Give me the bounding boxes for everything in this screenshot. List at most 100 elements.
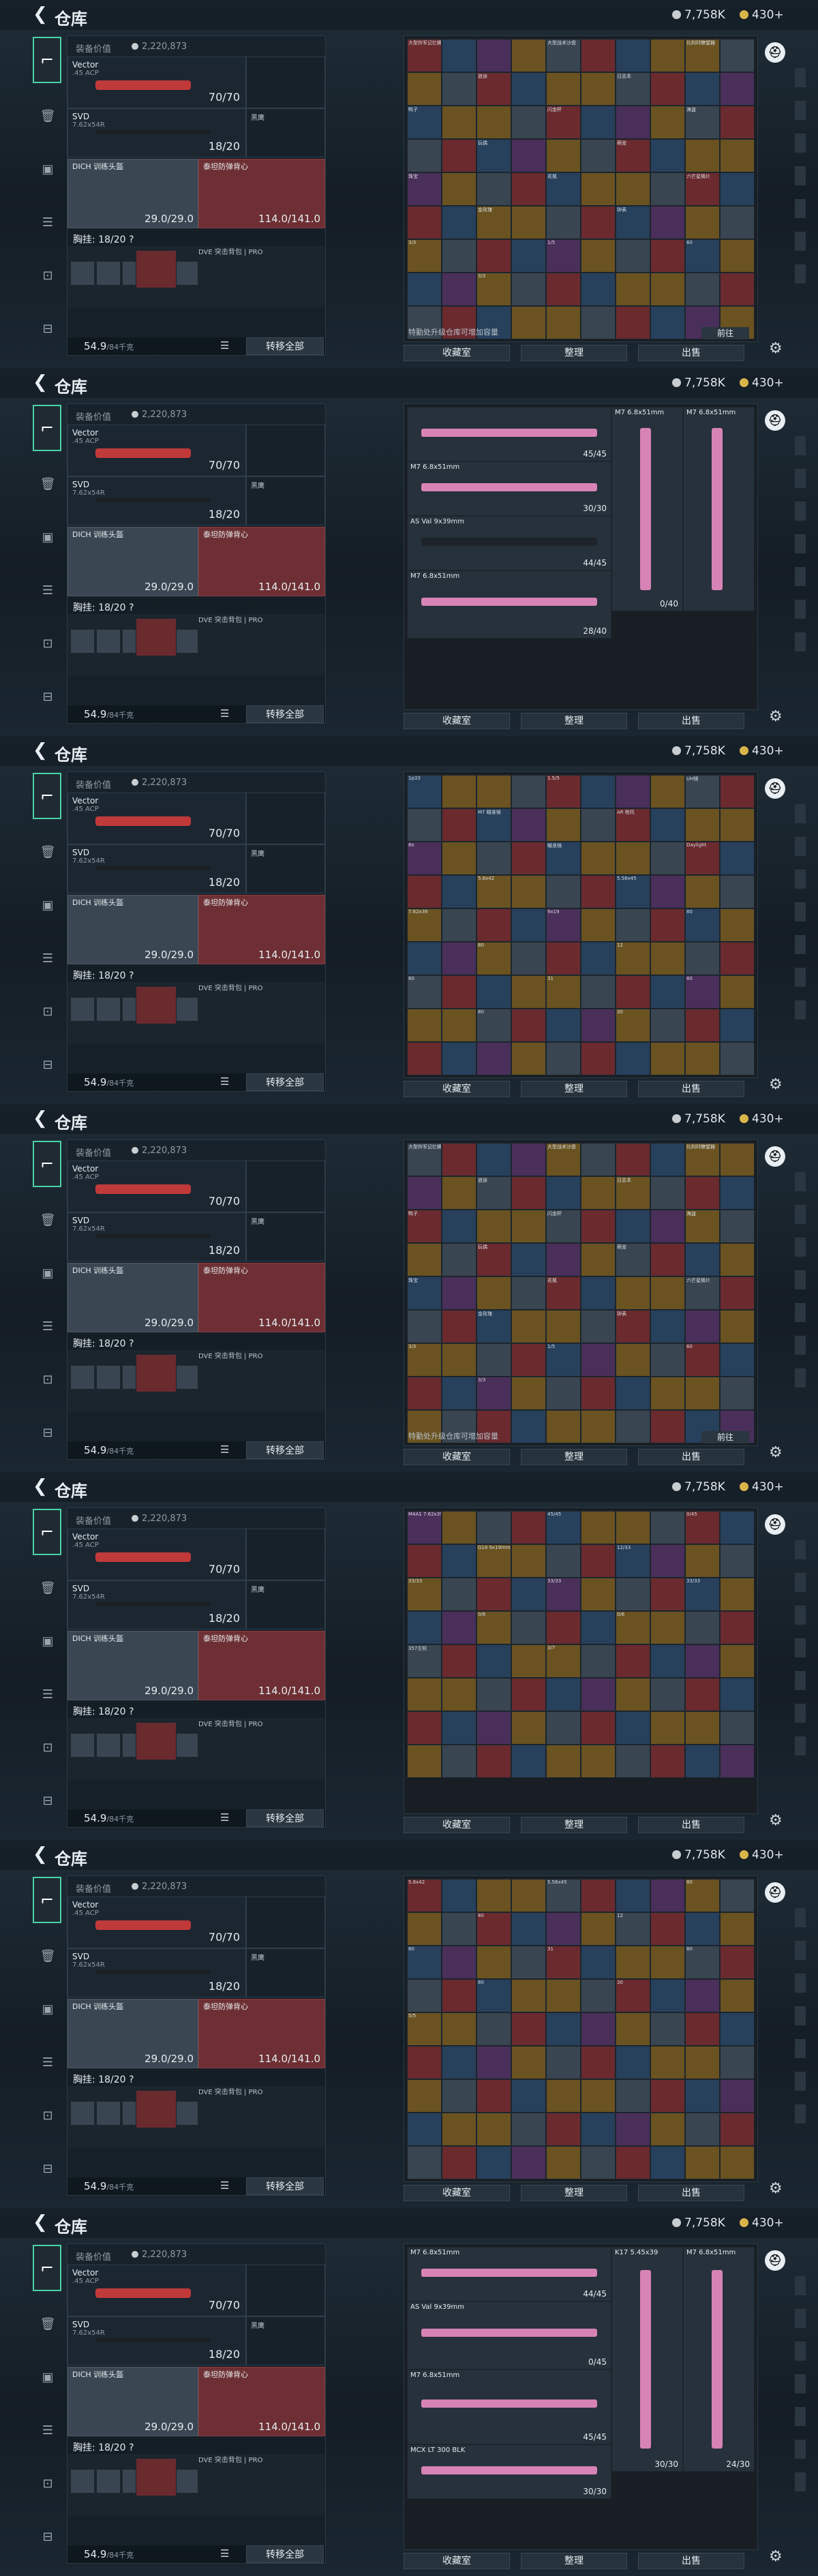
sell-button[interactable]: 出售 bbox=[638, 345, 744, 361]
item-cell[interactable] bbox=[511, 306, 546, 339]
item-cell[interactable] bbox=[442, 1243, 476, 1276]
item-cell[interactable]: 3/3 bbox=[476, 1377, 511, 1410]
item-cell[interactable] bbox=[581, 39, 616, 72]
item-cell[interactable] bbox=[476, 1143, 511, 1176]
chest-rig-header[interactable]: 胸挂: 18/20 ? bbox=[67, 967, 325, 982]
storage-page-tab[interactable] bbox=[795, 632, 806, 651]
item-cell[interactable] bbox=[407, 139, 442, 172]
item-cell[interactable]: 大型战术沙盘 bbox=[546, 39, 581, 72]
secondary-weapon-slot[interactable]: SVD 7.62x54R 18/20 bbox=[67, 476, 246, 525]
item-cell[interactable] bbox=[476, 2012, 511, 2046]
nav-weapon-tab[interactable]: ⌐ bbox=[33, 2245, 61, 2291]
item-cell[interactable]: 31 bbox=[546, 975, 581, 1009]
item-cell[interactable] bbox=[407, 1912, 442, 1946]
item-cell[interactable] bbox=[685, 1644, 720, 1678]
item-cell[interactable] bbox=[442, 2012, 476, 2046]
item-cell[interactable] bbox=[442, 1511, 476, 1544]
secondary-attachment-slot[interactable]: 黑鹰 bbox=[246, 1948, 325, 1997]
storage-icon[interactable]: ⊟ bbox=[40, 1058, 56, 1073]
item-cell[interactable] bbox=[720, 808, 755, 842]
item-cell[interactable] bbox=[511, 875, 546, 908]
item-cell[interactable]: 80 bbox=[407, 1946, 442, 1979]
item-cell[interactable] bbox=[407, 1377, 442, 1410]
item-cell[interactable]: 鸭子 bbox=[407, 106, 442, 139]
chest-cell[interactable] bbox=[70, 261, 95, 286]
helmet-slot[interactable]: DICH 训练头盔 29.0/29.0 bbox=[67, 159, 198, 228]
move-all-button[interactable]: 转移全部 bbox=[246, 1073, 324, 1091]
item-cell[interactable] bbox=[685, 1912, 720, 1946]
primary-weapon-slot[interactable]: Vector .45 ACP 70/70 bbox=[67, 2265, 246, 2316]
item-cell[interactable] bbox=[650, 1511, 685, 1544]
storage-page-tab[interactable] bbox=[795, 1270, 806, 1289]
item-cell[interactable] bbox=[511, 1745, 546, 1778]
back-arrow-icon[interactable]: ❮ bbox=[33, 372, 48, 393]
chest-cell[interactable] bbox=[174, 629, 198, 654]
trash-icon[interactable]: 🗑 bbox=[40, 109, 56, 124]
item-cell[interactable] bbox=[581, 1243, 616, 1276]
item-cell[interactable]: 45/45 bbox=[546, 1511, 581, 1544]
item-cell[interactable] bbox=[511, 1912, 546, 1946]
item-cell[interactable] bbox=[720, 1745, 755, 1778]
bag-icon[interactable]: ▣ bbox=[40, 162, 56, 177]
item-cell[interactable] bbox=[511, 72, 546, 106]
helmet-filter-icon[interactable]: ⛑ bbox=[765, 778, 785, 799]
storage-page-tab[interactable] bbox=[795, 1736, 806, 1755]
item-cell[interactable] bbox=[511, 1410, 546, 1443]
item-cell[interactable] bbox=[546, 1678, 581, 1711]
item-cell[interactable] bbox=[476, 2079, 511, 2113]
item-cell[interactable] bbox=[581, 1912, 616, 1946]
item-cell[interactable] bbox=[511, 239, 546, 273]
item-cell[interactable] bbox=[407, 273, 442, 306]
helmet-slot[interactable]: DICH 训练头盔 29.0/29.0 bbox=[67, 1999, 198, 2068]
chest-rig-header[interactable]: 胸挂: 18/20 ? bbox=[67, 1335, 325, 1350]
item-cell[interactable]: 80 bbox=[685, 1879, 720, 1912]
storage-page-tab[interactable] bbox=[795, 1368, 806, 1387]
go-button[interactable]: 前往 bbox=[701, 327, 749, 339]
item-cell[interactable] bbox=[720, 1009, 755, 1042]
back-arrow-icon[interactable]: ❮ bbox=[33, 1476, 48, 1497]
vest-slot[interactable]: 泰坦防弹背心 114.0/141.0 bbox=[198, 1999, 325, 2068]
item-cell[interactable] bbox=[511, 1143, 546, 1176]
helmet-filter-icon[interactable]: ⛑ bbox=[765, 42, 785, 63]
item-cell[interactable] bbox=[546, 1009, 581, 1042]
item-cell[interactable]: 3/3 bbox=[407, 239, 442, 273]
item-cell[interactable] bbox=[407, 1310, 442, 1343]
storage-page-tab[interactable] bbox=[795, 2309, 806, 2328]
item-cell[interactable]: 比利时瞭望器 bbox=[685, 1143, 720, 1176]
item-cell[interactable] bbox=[581, 2146, 616, 2179]
item-cell[interactable] bbox=[650, 2046, 685, 2079]
item-cell[interactable] bbox=[442, 808, 476, 842]
item-cell[interactable] bbox=[442, 1210, 476, 1243]
chest-cell[interactable] bbox=[174, 2469, 198, 2494]
item-cell[interactable] bbox=[407, 206, 442, 239]
secondary-attachment-slot[interactable]: 黑鹰 bbox=[246, 1580, 325, 1629]
item-cell[interactable] bbox=[407, 1979, 442, 2012]
item-cell[interactable] bbox=[650, 808, 685, 842]
item-cell[interactable] bbox=[650, 2079, 685, 2113]
secondary-weapon-slot[interactable]: SVD 7.62x54R 18/20 bbox=[67, 1212, 246, 1261]
item-cell[interactable] bbox=[546, 273, 581, 306]
box-icon[interactable]: ⊡ bbox=[40, 2477, 56, 2491]
list-icon[interactable]: ☰ bbox=[40, 215, 56, 230]
item-cell[interactable] bbox=[442, 1276, 476, 1310]
item-cell[interactable] bbox=[546, 2146, 581, 2179]
item-cell[interactable] bbox=[685, 72, 720, 106]
item-cell[interactable] bbox=[476, 775, 511, 808]
item-cell[interactable]: 金玫瑰 bbox=[476, 1310, 511, 1343]
storage-page-tab[interactable] bbox=[795, 1540, 806, 1559]
item-cell[interactable]: 5.56x45 bbox=[616, 875, 650, 908]
item-cell[interactable] bbox=[581, 2079, 616, 2113]
item-cell[interactable]: M7 瞄准镜 bbox=[476, 808, 511, 842]
move-all-button[interactable]: 转移全部 bbox=[246, 337, 324, 355]
secondary-attachment-slot[interactable]: 黑鹰 bbox=[246, 108, 325, 157]
item-cell[interactable] bbox=[720, 1310, 755, 1343]
chest-cell[interactable] bbox=[174, 2101, 198, 2126]
sort-icon[interactable]: ☰ bbox=[220, 2179, 229, 2192]
item-cell[interactable] bbox=[546, 808, 581, 842]
weapon-item[interactable]: M7 6.8x51mm 44/45 bbox=[407, 2247, 611, 2301]
item-cell[interactable]: 5.56x45 bbox=[546, 1879, 581, 1912]
item-cell[interactable]: 31 bbox=[546, 1946, 581, 1979]
item-cell[interactable]: 鸭子 bbox=[407, 1210, 442, 1243]
item-cell[interactable] bbox=[511, 2146, 546, 2179]
item-cell[interactable] bbox=[511, 1276, 546, 1310]
